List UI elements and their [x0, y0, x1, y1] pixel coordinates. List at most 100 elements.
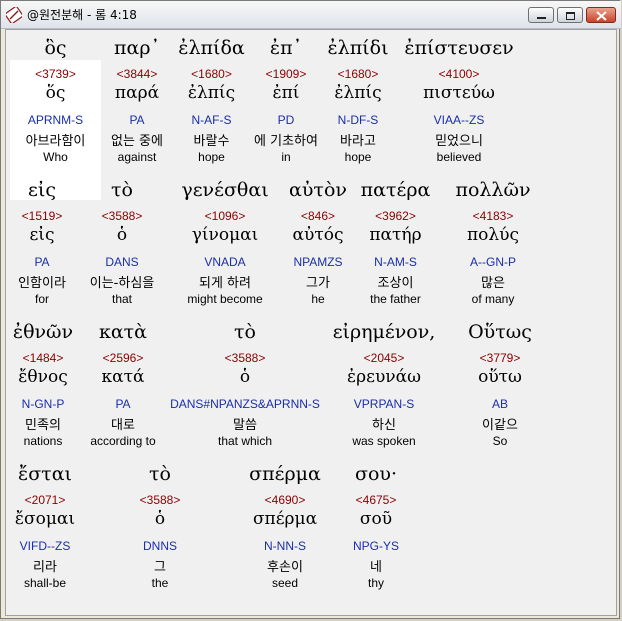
minimize-button[interactable] [528, 7, 554, 23]
maximize-button[interactable] [557, 7, 583, 23]
korean-gloss: 없는 중에 [111, 134, 163, 149]
morphology-code: DANS [105, 255, 139, 269]
word-column[interactable]: Οὕτως <3779> οὕτω AB 이같으 So [448, 316, 552, 456]
word-column[interactable]: αὐτὸν <846> αὐτός NPAMZS 그가 he [280, 174, 356, 314]
morphology-code: PA [115, 397, 131, 411]
word-column[interactable]: ἐπ᾽ <1909> ἐπί PD 에 기초하여 in [250, 32, 322, 172]
title-bar[interactable]: @원전분해 - 롬 4:18 [1, 1, 621, 29]
greek-word: ἔσται [18, 463, 72, 485]
strongs-number: <2596> [102, 351, 144, 365]
korean-gloss: 많은 [481, 276, 505, 291]
english-gloss: might become [187, 292, 263, 306]
close-icon [596, 11, 607, 21]
english-gloss: of many [471, 292, 515, 306]
strongs-number: <4675> [355, 493, 397, 507]
word-column[interactable]: ἐλπίδα <1680> ἐλπίς N-AF-S 바랄수 hope [173, 32, 250, 172]
greek-word: ἐπίστευσεν [404, 37, 514, 59]
english-gloss: nations [23, 434, 63, 448]
english-gloss: was spoken [352, 434, 416, 448]
strongs-number: <1909> [265, 67, 307, 81]
morphology-code: N-AF-S [191, 113, 232, 127]
english-gloss: Who [43, 150, 68, 164]
lemma: ἐλπίς [334, 83, 382, 103]
greek-word: παρ᾽ [114, 37, 160, 59]
english-gloss: believed [436, 150, 482, 164]
lemma: γίνομαι [191, 225, 259, 245]
word-column[interactable]: εἰρημένον, <2045> ἐρευνάω VPRPAN-S 하신 was spo… [320, 316, 448, 456]
word-column[interactable]: ἐθνῶν <1484> ἔθνος N-GN-P 민족의 nations [10, 316, 76, 456]
word-column[interactable]: παρ᾽ <3844> παρά PA 없는 중에 against [101, 32, 173, 172]
word-column[interactable]: τὸ <3588> ὁ DANS 이는-하심을 that [74, 174, 170, 314]
english-gloss: in [281, 150, 291, 164]
lemma: οὕτω [478, 367, 522, 387]
morphology-code: VPRPAN-S [353, 397, 415, 411]
greek-word: πατέρα [360, 179, 431, 201]
greek-word: ἐλπίδα [178, 37, 245, 59]
english-gloss: hope [198, 150, 225, 164]
word-column[interactable]: ἐλπίδι <1680> ἐλπίς N-DF-S 바라고 hope [322, 32, 394, 172]
close-button[interactable] [586, 7, 616, 23]
greek-word: τὸ [149, 463, 171, 485]
morphology-code: DNNS [142, 539, 177, 553]
lemma: πατήρ [369, 225, 422, 245]
word-column[interactable]: κατὰ <2596> κατά PA 대로 according to [76, 316, 170, 456]
korean-gloss: 되게 하려 [199, 276, 251, 291]
lemma: ὅς [45, 83, 66, 103]
word-column[interactable]: τὸ <3588> ὁ DANS#NPANZS&APRNN-S 말씀 that which [170, 316, 320, 456]
word-column[interactable]: τὸ <3588> ὁ DNNS 그 the [90, 458, 230, 598]
morphology-code: DANS#NPANZS&APRNN-S [170, 397, 320, 411]
morphology-code: PA [34, 255, 50, 269]
morphology-code: NPG-YS [352, 539, 399, 553]
korean-gloss: 이는-하심을 [89, 276, 155, 291]
greek-word: εἰς [28, 179, 56, 201]
english-gloss: for [34, 292, 49, 306]
word-column[interactable]: ὃς <3739> ὅς APRNM-S 아브라함이 Who [10, 32, 101, 172]
greek-word: αὐτὸν [289, 179, 347, 201]
korean-gloss: 말씀 [233, 418, 257, 433]
strongs-number: <1519> [21, 209, 63, 223]
app-window: @원전분해 - 롬 4:18 ὃς <3739> ὅς APRNM-S 아브라함이 Who… [0, 0, 621, 619]
greek-word: τὸ [234, 321, 256, 343]
morphology-code: VIAA--ZS [433, 113, 485, 127]
korean-gloss: 대로 [111, 418, 135, 433]
word-column[interactable]: γενέσθαι <1096> γίνομαι VNADA 되게 하려 might bec… [170, 174, 280, 314]
english-gloss: that [111, 292, 132, 306]
strongs-number: <4100> [438, 67, 480, 81]
english-gloss: seed [271, 576, 299, 590]
lemma: ὁ [239, 367, 251, 387]
word-column[interactable]: σπέρμα <4690> σπέρμα N-NN-S 후손이 seed [230, 458, 340, 598]
strongs-number: <3588> [139, 493, 181, 507]
lemma: κατά [101, 367, 145, 387]
word-column[interactable]: πολλῶν <4183> πολύς A--GN-P 많은 of many [435, 174, 551, 314]
english-gloss: hope [344, 150, 372, 164]
morphology-code: AB [491, 397, 508, 411]
word-column[interactable]: ἔσται <2071> ἔσομαι VIFD--ZS 리라 shall-be [10, 458, 80, 598]
greek-word: ἐλπίδι [327, 37, 389, 59]
morphology-code: VIFD--ZS [19, 539, 71, 553]
greek-word: κατὰ [98, 321, 148, 343]
strongs-number: <4690> [264, 493, 306, 507]
morphology-code: N-NN-S [264, 539, 306, 553]
strongs-number: <3962> [375, 209, 416, 223]
korean-gloss: 리라 [33, 560, 57, 575]
parsing-panel[interactable]: ὃς <3739> ὅς APRNM-S 아브라함이 Who παρ᾽ <3844> παρά P… [5, 29, 617, 616]
window-title: @원전분해 - 롬 4:18 [27, 8, 137, 22]
greek-word: σπέρμα [249, 463, 321, 485]
morphology-code: APRNM-S [27, 113, 84, 127]
word-column[interactable]: πατέρα <3962> πατήρ N-AM-S 조상이 the father [356, 174, 435, 314]
word-column[interactable]: σου· <4675> σοῦ NPG-YS 네 thy [340, 458, 412, 598]
maximize-icon [566, 12, 575, 20]
strongs-number: <4183> [472, 209, 514, 223]
lemma: ὁ [154, 509, 166, 529]
morphology-code: N-AM-S [374, 255, 417, 269]
korean-gloss: 민족의 [25, 418, 61, 433]
bible-book-icon[interactable] [4, 5, 24, 25]
greek-word: σου· [355, 463, 397, 485]
word-column[interactable]: ἐπίστευσεν <4100> πιστεύω VIAA--ZS 믿었으니 belie… [394, 32, 524, 172]
morphology-code: N-GN-P [21, 397, 65, 411]
english-gloss: So [492, 434, 508, 448]
greek-word: Οὕτως [468, 321, 532, 343]
strongs-number: <3588> [101, 209, 143, 223]
morphology-code: VNADA [204, 255, 246, 269]
word-column[interactable]: εἰς <1519> εἰς PA 인함이라 for [10, 174, 74, 314]
